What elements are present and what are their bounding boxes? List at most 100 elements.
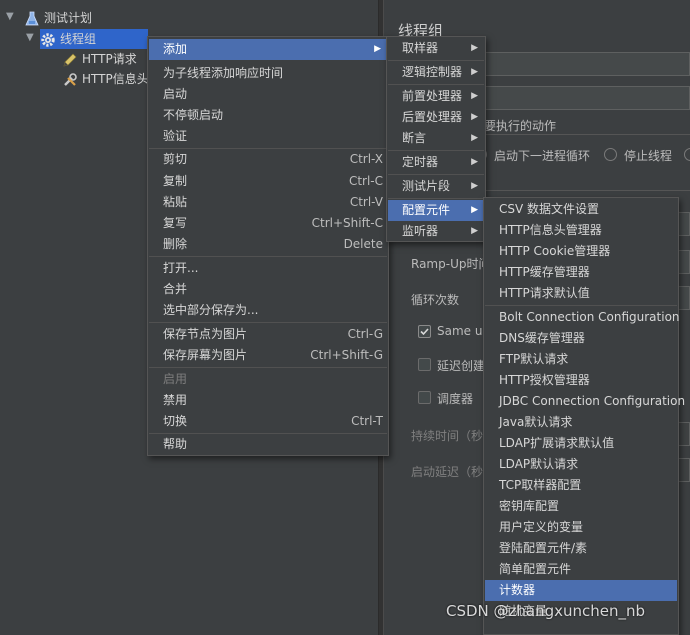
chevron-right-icon: ▶ bbox=[471, 112, 478, 122]
radio-stop-test[interactable] bbox=[684, 148, 690, 161]
chevron-right-icon: ▶ bbox=[471, 181, 478, 191]
chevron-right-icon: ▶ bbox=[471, 157, 478, 167]
menu-item-ftp-defaults[interactable]: FTP默认请求 bbox=[485, 349, 677, 370]
menu-item-save-screen-image[interactable]: 保存屏幕为图片 Ctrl+Shift-G bbox=[149, 345, 387, 366]
wrench-icon bbox=[62, 72, 78, 88]
pencil-icon bbox=[62, 52, 78, 68]
chevron-right-icon: ▶ bbox=[471, 67, 478, 77]
config-element-submenu: CSV 数据文件设置 HTTP信息头管理器 HTTP Cookie管理器 HTT… bbox=[483, 197, 685, 635]
tree-item-http-header[interactable]: HTTP信息头 bbox=[62, 69, 149, 89]
menu-item-open[interactable]: 打开... bbox=[149, 258, 387, 279]
chevron-right-icon: ▶ bbox=[471, 226, 478, 236]
menu-item-java-defaults[interactable]: Java默认请求 bbox=[485, 412, 677, 433]
menu-item-test-fragment[interactable]: 测试片段 ▶ bbox=[388, 176, 484, 197]
menu-item-logic-controller[interactable]: 逻辑控制器 ▶ bbox=[388, 62, 484, 83]
menu-item-tcp-sampler-config[interactable]: TCP取样器配置 bbox=[485, 475, 677, 496]
next-loop-label: 启动下一进程循环 bbox=[494, 149, 591, 163]
chevron-right-icon: ▶ bbox=[374, 44, 381, 54]
menu-item-csv-data-set[interactable]: CSV 数据文件设置 bbox=[485, 199, 677, 220]
menu-item-login-config[interactable]: 登陆配置元件/素 bbox=[485, 538, 677, 559]
context-menu: 添加 ▶ 为子线程添加响应时间 启动 不停顿启动 验证 剪切 Ctrl-X 复制 Ct… bbox=[147, 36, 389, 456]
menu-item-toggle[interactable]: 切换 Ctrl-T bbox=[149, 411, 387, 432]
tree-item-label: 线程组 bbox=[60, 32, 97, 46]
menu-separator bbox=[388, 198, 484, 199]
menu-item-ldap-defaults[interactable]: LDAP默认请求 bbox=[485, 454, 677, 475]
menu-item-sampler[interactable]: 取样器 ▶ bbox=[388, 38, 484, 59]
menu-separator bbox=[149, 256, 387, 257]
duration-label: 持续时间（秒 bbox=[411, 429, 484, 443]
menu-item-pre-processor[interactable]: 前置处理器 ▶ bbox=[388, 86, 484, 107]
menu-item-start[interactable]: 启动 bbox=[149, 84, 387, 105]
menu-item-http-header-manager[interactable]: HTTP信息头管理器 bbox=[485, 220, 677, 241]
chevron-down-icon[interactable]: ▼ bbox=[6, 11, 14, 22]
menu-item-http-auth-manager[interactable]: HTTP授权管理器 bbox=[485, 370, 677, 391]
divider bbox=[484, 134, 690, 135]
menu-item-disable[interactable]: 禁用 bbox=[149, 390, 387, 411]
name-field[interactable] bbox=[484, 52, 690, 76]
watermark-text: CSDN @zhangxunchen_nb bbox=[446, 602, 646, 620]
add-submenu: 取样器 ▶ 逻辑控制器 ▶ 前置处理器 ▶ 后置处理器 ▶ 断言 ▶ 定时器 ▶ 测试片段 ▶… bbox=[386, 36, 486, 242]
startup-delay-label: 启动延迟（秒 bbox=[411, 465, 484, 479]
same-user-checkbox[interactable] bbox=[418, 325, 431, 338]
loop-count-label: 循环次数 bbox=[411, 293, 460, 307]
menu-separator bbox=[388, 150, 484, 151]
chevron-right-icon: ▶ bbox=[471, 205, 478, 215]
menu-item-merge[interactable]: 合并 bbox=[149, 279, 387, 300]
menu-item-enable[interactable]: 启用 bbox=[149, 369, 387, 390]
menu-item-config-element[interactable]: 配置元件 ▶ bbox=[388, 200, 484, 221]
menu-separator bbox=[485, 305, 677, 306]
menu-item-timer[interactable]: 定时器 ▶ bbox=[388, 152, 484, 173]
menu-item-save-node-image[interactable]: 保存节点为图片 Ctrl-G bbox=[149, 324, 387, 345]
menu-item-start-no-pause[interactable]: 不停顿启动 bbox=[149, 105, 387, 126]
chevron-down-icon[interactable]: ▼ bbox=[26, 32, 34, 43]
menu-item-add-response-time[interactable]: 为子线程添加响应时间 bbox=[149, 63, 387, 84]
chevron-right-icon: ▶ bbox=[471, 133, 478, 143]
chevron-right-icon: ▶ bbox=[471, 43, 478, 53]
menu-item-listener[interactable]: 监听器 ▶ bbox=[388, 221, 484, 242]
stop-thread-label: 停止线程 bbox=[624, 149, 673, 163]
menu-item-dns-cache-manager[interactable]: DNS缓存管理器 bbox=[485, 328, 677, 349]
menu-item-http-cookie-manager[interactable]: HTTP Cookie管理器 bbox=[485, 241, 677, 262]
divider bbox=[484, 190, 690, 191]
menu-item-save-selection[interactable]: 选中部分保存为... bbox=[149, 300, 387, 321]
menu-item-duplicate[interactable]: 复写 Ctrl+Shift-C bbox=[149, 213, 387, 234]
tree-item-test-plan[interactable]: 测试计划 bbox=[24, 8, 92, 28]
menu-item-paste[interactable]: 粘贴 Ctrl-V bbox=[149, 192, 387, 213]
action-section-label: 要执行的动作 bbox=[484, 119, 557, 133]
scheduler-checkbox[interactable] bbox=[418, 391, 431, 404]
radio-stop-thread[interactable] bbox=[604, 148, 617, 161]
menu-item-http-cache-manager[interactable]: HTTP缓存管理器 bbox=[485, 262, 677, 283]
menu-separator bbox=[388, 84, 484, 85]
menu-item-post-processor[interactable]: 后置处理器 ▶ bbox=[388, 107, 484, 128]
menu-item-validate[interactable]: 验证 bbox=[149, 126, 387, 147]
comment-field[interactable] bbox=[484, 86, 690, 110]
menu-item-copy[interactable]: 复制 Ctrl-C bbox=[149, 171, 387, 192]
menu-item-cut[interactable]: 剪切 Ctrl-X bbox=[149, 149, 387, 170]
tree-item-http-request[interactable]: HTTP请求 bbox=[62, 49, 137, 69]
delay-create-label: 延迟创建 bbox=[437, 359, 486, 373]
same-user-label: Same us bbox=[437, 324, 489, 338]
menu-item-help[interactable]: 帮助 bbox=[149, 434, 387, 455]
gear-icon bbox=[40, 32, 56, 48]
menu-separator bbox=[149, 367, 387, 368]
tree-item-label: HTTP请求 bbox=[82, 52, 137, 66]
menu-item-delete[interactable]: 删除 Delete bbox=[149, 234, 387, 255]
menu-item-keystore-config[interactable]: 密钥库配置 bbox=[485, 496, 677, 517]
menu-item-user-defined-vars[interactable]: 用户定义的变量 bbox=[485, 517, 677, 538]
rampup-label: Ramp-Up时间 bbox=[411, 257, 491, 271]
chevron-right-icon: ▶ bbox=[471, 91, 478, 101]
menu-item-http-request-defaults[interactable]: HTTP请求默认值 bbox=[485, 283, 677, 304]
menu-item-simple-config[interactable]: 简单配置元件 bbox=[485, 559, 677, 580]
menu-item-add[interactable]: 添加 ▶ bbox=[149, 39, 387, 60]
menu-item-ldap-ext-defaults[interactable]: LDAP扩展请求默认值 bbox=[485, 433, 677, 454]
menu-separator bbox=[388, 174, 484, 175]
menu-item-bolt-connection[interactable]: Bolt Connection Configuration bbox=[485, 307, 680, 328]
tree-item-thread-group[interactable]: 线程组 bbox=[40, 29, 148, 49]
delay-create-checkbox[interactable] bbox=[418, 358, 431, 371]
check-icon bbox=[420, 328, 429, 336]
menu-item-assertion[interactable]: 断言 ▶ bbox=[388, 128, 484, 149]
tree-item-label: HTTP信息头 bbox=[82, 72, 149, 86]
menu-item-jdbc-connection[interactable]: JDBC Connection Configuration bbox=[485, 391, 685, 412]
menu-separator bbox=[388, 60, 484, 61]
menu-item-counter[interactable]: 计数器 bbox=[485, 580, 677, 601]
